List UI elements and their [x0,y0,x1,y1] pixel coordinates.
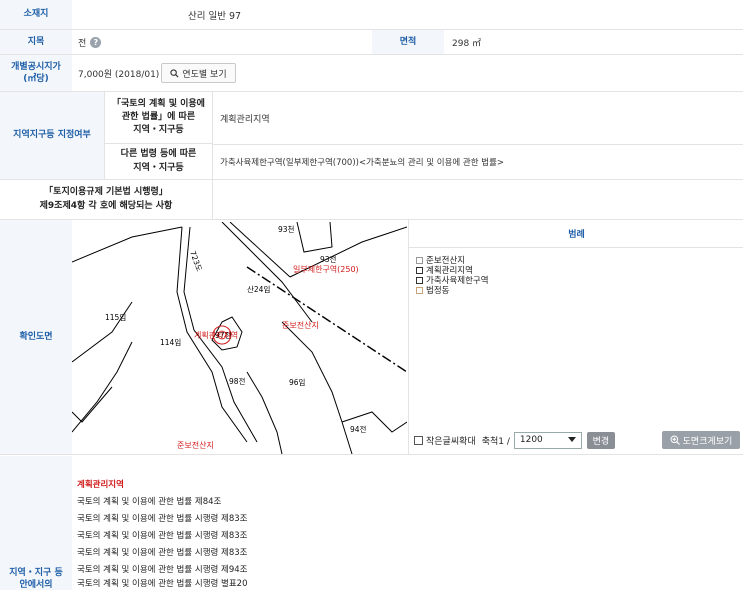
zoning-sub1-label: 「국토의 계획 및 이용에 관한 법률」에 따른 지역・지구등 [104,92,213,144]
change-button[interactable]: 변경 [586,431,615,449]
zoning-sub1-line2: 관한 법률」에 따른 [121,111,196,122]
zoning-label: 지역지구등 지정여부 [0,92,104,179]
year-view-label: 연도별 보기 [182,69,227,80]
price-label-line2: (㎡당) [23,74,49,84]
legend-swatch [416,256,423,264]
zoning-sub2-value: 가축사육제한구역(일부제한구역(700))<가축분뇨의 관리 및 이용에 관한 … [220,157,505,168]
price-value: 7,000원 (2018/01) [78,69,160,80]
jimok-label: 지목 [0,30,72,54]
scale-label: 축척1 / [481,436,510,447]
price-label-line1: 개별공시지가 [11,61,61,72]
map-canvas[interactable]: 93천 93전 723도 산24임 115임 114임 98전 96임 94전 … [72,222,407,454]
legend-panel: 범례 준보전산지 계획관리지역 가축사육제한구역 법정동 작은글씨확대 축척1 … [408,220,743,454]
map-label-114: 114임 [160,338,181,347]
area-label: 면적 [372,30,444,54]
legend-swatch [416,276,423,284]
location-row: 소재지 산리 일반 97 [0,0,743,30]
zoning-sub1-line3: 지역・지구등 [133,125,184,136]
map-label-plan-zone: 계획관리지역 [194,330,238,340]
map-label-restriction: 일부제한구역(250) [293,264,359,274]
price-label: 개별공시지가 (㎡당) [0,55,72,91]
enlarge-map-label: 도면크게보기 [682,436,733,447]
acts-item: 국토의 계획 및 이용에 관한 법률 제84조 [77,497,222,507]
map-label-prep-forest-2: 준보전산지 [177,440,214,450]
map-label-93: 93천 [278,224,295,234]
map-label-96: 96임 [289,378,305,387]
zoning-sub1-line1: 「국토의 계획 및 이용에 [112,98,205,109]
year-view-button[interactable]: 연도별 보기 [161,63,236,83]
legend-swatch [416,286,423,294]
zoning-row: 지역지구등 지정여부 「국토의 계획 및 이용에 관한 법률」에 따른 지역・지… [0,92,743,180]
zoning-sub1-value: 계획관리지역 [220,114,270,125]
price-row: 개별공시지가 (㎡당) 7,000원 (2018/01) 연도별 보기 [0,55,743,92]
acts-label: 지역・지구 등 안에서의 [0,456,72,590]
map-label-mountain24: 산24임 [247,284,270,294]
jimok-row: 지목 전 ? 면적 298 ㎡ [0,30,743,55]
small-text-checkbox[interactable] [414,435,423,445]
enforcement-row: 「토지이용규제 기본법 시행령」 제9조제4항 각 호에 해당되는 사항 [0,180,743,220]
map-label: 확인도면 [0,220,72,454]
acts-item: 국토의 계획 및 이용에 관한 법률 시행령 제94조 [77,565,248,575]
acts-item: 국토의 계획 및 이용에 관한 법률 시행령 별표20 [77,579,248,589]
scale-value: 1200 [519,435,543,445]
small-text-label: 작은글씨확대 [426,436,476,447]
scale-select[interactable]: 1200 [513,431,582,449]
legend-title: 범례 [409,220,743,248]
zoning-sub2-label: 다른 법령 등에 따른 지역・지구등 [104,144,213,179]
acts-label-line1: 지역・지구 등 [9,567,63,578]
help-icon[interactable]: ? [90,36,102,48]
enlarge-map-button[interactable]: 도면크게보기 [662,431,740,449]
legend-item: 법정동 [416,285,489,296]
legend-swatch [416,266,423,274]
map-label-98: 98전 [229,376,246,386]
enforcement-line2: 제9조제4항 각 호에 해당되는 사항 [39,200,173,211]
chevron-down-icon [567,437,576,442]
jimok-value-wrap: 전 ? [78,30,102,54]
location-label: 소재지 [0,0,72,29]
map-controls: 작은글씨확대 축척1 / 1200 변경 도면크게보기 [414,431,743,449]
map-row: 확인도면 93천 93전 723도 산24임 115임 114임 98전 96임… [0,220,743,455]
map-label-115: 115임 [105,313,126,322]
jimok-value: 전 [78,38,87,49]
map-label-prep-forest-1: 준보전산지 [282,320,319,330]
acts-item: 국토의 계획 및 이용에 관한 법률 시행령 제83조 [77,514,248,524]
cadastral-map: 93천 93전 723도 산24임 115임 114임 98전 96임 94전 … [72,222,407,454]
map-label-723: 723도 [188,250,204,273]
acts-row: 지역・지구 등 안에서의 계획관리지역 국토의 계획 및 이용에 관한 법률 제… [0,456,743,590]
map-label-93-2: 93전 [320,254,337,264]
legend-list: 준보전산지 계획관리지역 가축사육제한구역 법정동 [416,255,489,296]
acts-heading: 계획관리지역 [77,480,124,490]
enforcement-label: 「토지이용규제 기본법 시행령」 제9조제4항 각 호에 해당되는 사항 [0,180,213,219]
location-value: 산리 일반 97 [188,10,242,22]
map-label-94: 94전 [350,424,367,434]
zoning-sub2-line2: 지역・지구등 [133,162,184,173]
acts-item: 국토의 계획 및 이용에 관한 법률 시행령 제83조 [77,531,248,541]
zoom-in-icon [670,435,680,445]
enforcement-line1: 「토지이용규제 기본법 시행령」 [44,187,168,198]
zoning-sub2-line1: 다른 법령 등에 따른 [120,149,197,160]
area-value: 298 ㎡ [452,38,482,49]
acts-label-line2: 안에서의 [19,579,53,590]
search-icon [170,68,179,78]
acts-item: 국토의 계획 및 이용에 관한 법률 시행령 제83조 [77,548,248,558]
